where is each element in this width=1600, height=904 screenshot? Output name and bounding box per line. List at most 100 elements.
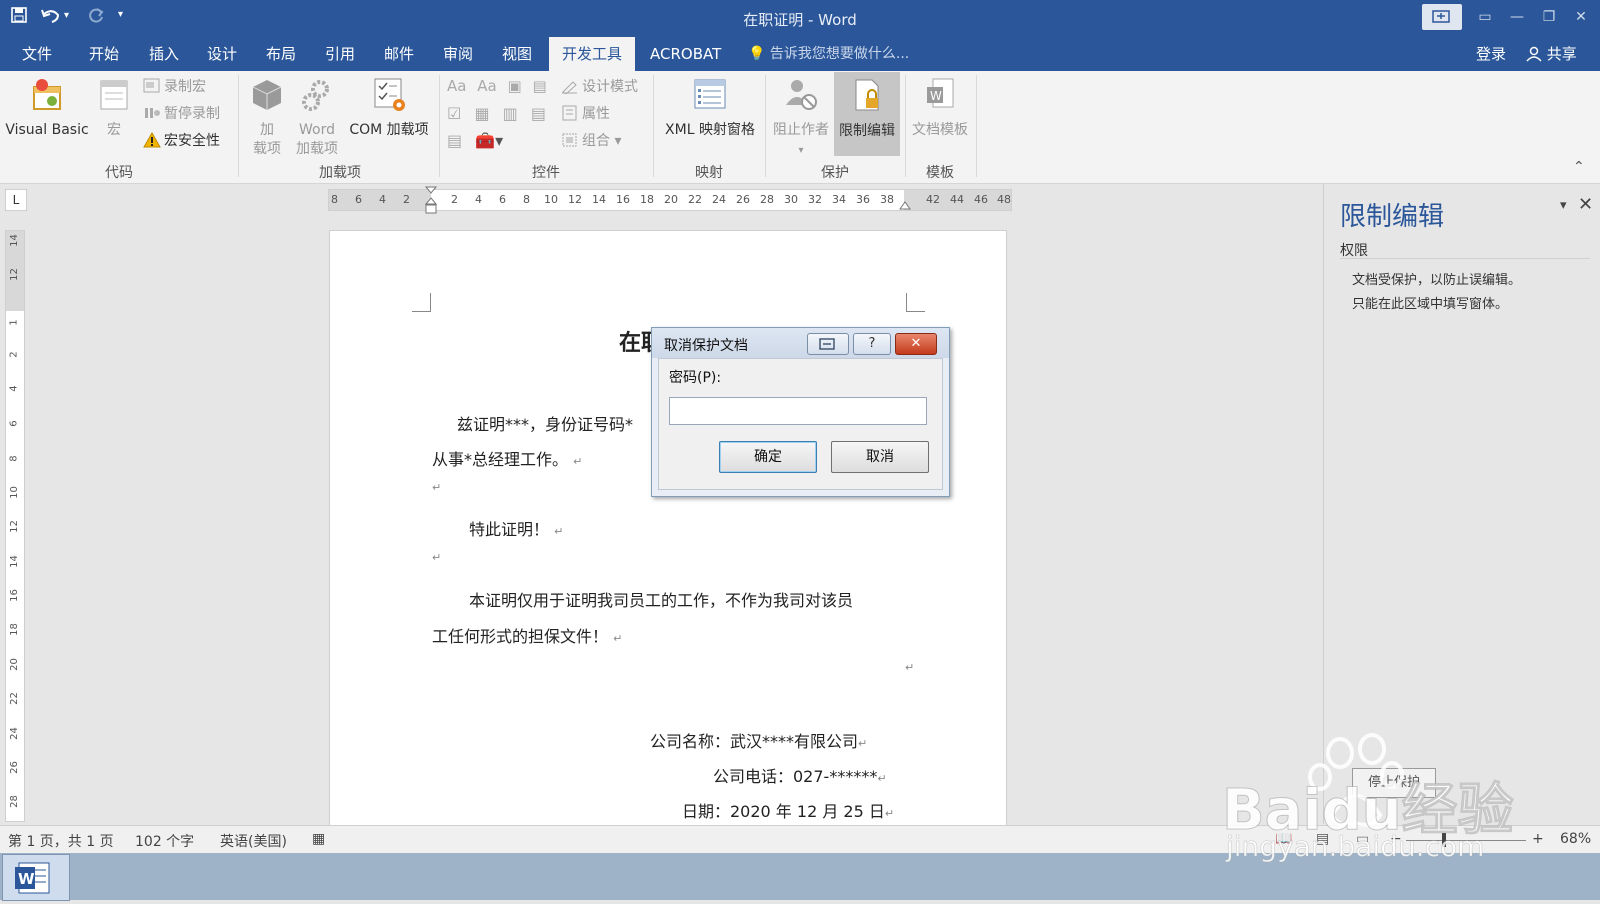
pause-recording-button: 暂停录制 — [143, 103, 220, 125]
visual-basic-button[interactable]: Visual Basic — [4, 71, 90, 140]
design-mode-icon — [561, 78, 579, 95]
pane-title: 限制编辑 — [1340, 202, 1445, 232]
picture-control-icon[interactable]: ▣ — [507, 77, 521, 95]
tab-home[interactable]: 开始 — [77, 37, 131, 71]
doc-text: 公司名称：武汉****有限公司 — [650, 732, 859, 751]
read-mode-icon[interactable]: 📖 — [1275, 831, 1292, 847]
document-page[interactable]: 在职 兹证明***，身份证号码* 从事*总经理工作。 ↵ ↵ 特此证明！ ↵ ↵… — [329, 230, 1007, 832]
doc-paragraph-line: 特此证明！ ↵ — [469, 516, 563, 540]
block-authors-button[interactable]: 阻止作者 ▾ — [769, 71, 833, 160]
plain-text-control-icon[interactable]: Aa — [477, 77, 496, 95]
tab-file[interactable]: 文件 — [10, 37, 64, 71]
addins-button[interactable]: 加 载项 — [246, 71, 288, 159]
right-indent-marker[interactable] — [899, 198, 911, 214]
web-layout-icon[interactable]: ▭ — [1356, 831, 1369, 847]
restore-icon[interactable]: ❐ — [1534, 4, 1564, 30]
macros-button[interactable]: 宏 — [92, 71, 136, 140]
date-picker-icon[interactable]: ▤ — [531, 104, 546, 123]
tab-references[interactable]: 引用 — [313, 37, 367, 71]
restrict-editing-button[interactable]: 限制编辑 — [834, 72, 900, 156]
dialog-display-icon[interactable] — [807, 333, 849, 355]
dialog-close-icon[interactable]: ✕ — [895, 333, 937, 355]
legacy-tools-icon[interactable]: 🧰▾ — [475, 131, 503, 150]
group-label-addins: 加载项 — [319, 165, 361, 181]
chevron-down-icon: ▾ — [798, 145, 804, 156]
zoom-slider-thumb[interactable] — [1442, 833, 1446, 847]
doc-text: 特此证明！ — [469, 520, 550, 539]
word-taskbar-icon[interactable]: W — [2, 854, 70, 901]
lightbulb-icon: 💡 — [748, 46, 766, 62]
com-addins-icon — [344, 77, 434, 119]
dropdown-list-icon[interactable]: ▥ — [503, 104, 518, 123]
rich-text-control-icon[interactable]: Aa — [447, 77, 466, 95]
unprotect-document-dialog: 取消保护文档 ? ✕ 密码(P): 确定 取消 — [651, 327, 950, 497]
ribbon-display-icon[interactable]: ▭ — [1470, 4, 1500, 30]
ruler-number: 12 — [8, 268, 20, 281]
vertical-ruler[interactable]: 14 12 1 2 4 6 8 10 12 14 16 18 20 22 24 … — [5, 230, 25, 822]
tab-layout[interactable]: 布局 — [254, 37, 308, 71]
group-label-templates: 模板 — [926, 165, 954, 181]
repeating-section-icon[interactable]: ▤ — [447, 131, 462, 150]
tab-developer[interactable]: 开发工具 — [549, 37, 636, 71]
ruler-number: 26 — [8, 761, 20, 774]
ruler-number: 16 — [616, 193, 630, 206]
word-addins-button[interactable]: Word 加载项 — [290, 71, 344, 159]
doc-text: 公司电话：027-****** — [713, 767, 878, 786]
cancel-button[interactable]: 取消 — [831, 441, 929, 473]
xml-mapping-pane-button[interactable]: XML 映射窗格 — [658, 71, 762, 140]
horizontal-ruler[interactable]: 8 6 4 2 2 4 6 8 10 12 14 16 18 20 22 24 … — [328, 186, 1012, 214]
display-options-icon[interactable] — [1422, 4, 1462, 30]
share-button[interactable]: 共享 — [1516, 37, 1587, 71]
com-addins-button[interactable]: COM 加载项 — [344, 71, 434, 140]
password-input[interactable] — [669, 397, 927, 425]
group-label-code: 代码 — [105, 165, 133, 181]
tab-review[interactable]: 审阅 — [431, 37, 485, 71]
tab-design[interactable]: 设计 — [195, 37, 249, 71]
pane-options-icon[interactable]: ▾ — [1560, 198, 1567, 213]
tab-selector[interactable]: L — [5, 189, 27, 211]
pane-close-icon[interactable]: ✕ — [1578, 194, 1593, 215]
zoom-slider[interactable] — [1406, 840, 1526, 841]
ok-button[interactable]: 确定 — [719, 441, 817, 473]
zoom-out-icon[interactable]: − — [1390, 831, 1402, 847]
checkbox-control-icon[interactable]: ☑ — [447, 104, 461, 123]
word-count[interactable]: 102 个字 — [135, 831, 194, 851]
tab-insert[interactable]: 插入 — [137, 37, 191, 71]
ruler-number: 34 — [832, 193, 846, 206]
tab-view[interactable]: 视图 — [490, 37, 544, 71]
record-macro-button: 录制宏 — [143, 76, 206, 98]
tell-me-box[interactable]: 💡 告诉我您想要做什么... — [748, 37, 909, 71]
zoom-in-icon[interactable]: + — [1532, 831, 1544, 847]
collapse-ribbon-icon[interactable]: ⌃ — [1573, 159, 1585, 175]
tab-acrobat[interactable]: ACROBAT — [638, 37, 733, 71]
indent-marker[interactable] — [424, 186, 438, 214]
ruler-number: 10 — [544, 193, 558, 206]
ruler-number: 12 — [568, 193, 582, 206]
combo-box-icon[interactable]: ▦ — [474, 104, 489, 123]
stop-protection-button[interactable]: 停止保护 — [1352, 768, 1436, 798]
page-count[interactable]: 第 1 页，共 1 页 — [8, 831, 114, 851]
ruler-number: 26 — [736, 193, 750, 206]
properties-button[interactable]: 属性 — [561, 103, 610, 125]
svg-text:W: W — [930, 89, 942, 103]
document-template-button[interactable]: W 文档模板 — [908, 71, 972, 140]
record-macro-icon — [143, 78, 161, 94]
ruler-number: 44 — [950, 193, 964, 206]
close-window-icon[interactable]: ✕ — [1566, 4, 1596, 30]
tab-mailings[interactable]: 邮件 — [372, 37, 426, 71]
ruler-number: 24 — [712, 193, 726, 206]
macro-security-button[interactable]: 宏安全性 — [143, 130, 220, 152]
macro-record-icon[interactable]: ▦ — [312, 831, 325, 847]
language-indicator[interactable]: 英语(美国) — [220, 831, 287, 851]
group-button[interactable]: 组合 ▾ — [561, 130, 621, 152]
doc-paragraph-line: 兹证明***，身份证号码* — [457, 415, 634, 434]
login-link[interactable]: 登录 — [1464, 37, 1518, 71]
dialog-help-button[interactable]: ? — [853, 333, 891, 355]
zoom-level[interactable]: 68% — [1560, 831, 1591, 847]
print-layout-icon[interactable]: ▤ — [1316, 831, 1329, 847]
properties-label: 属性 — [582, 106, 610, 122]
group-icon — [561, 132, 579, 148]
design-mode-button[interactable]: 设计模式 — [561, 76, 638, 98]
building-block-icon[interactable]: ▤ — [532, 77, 546, 95]
minimize-icon[interactable]: — — [1502, 4, 1532, 30]
